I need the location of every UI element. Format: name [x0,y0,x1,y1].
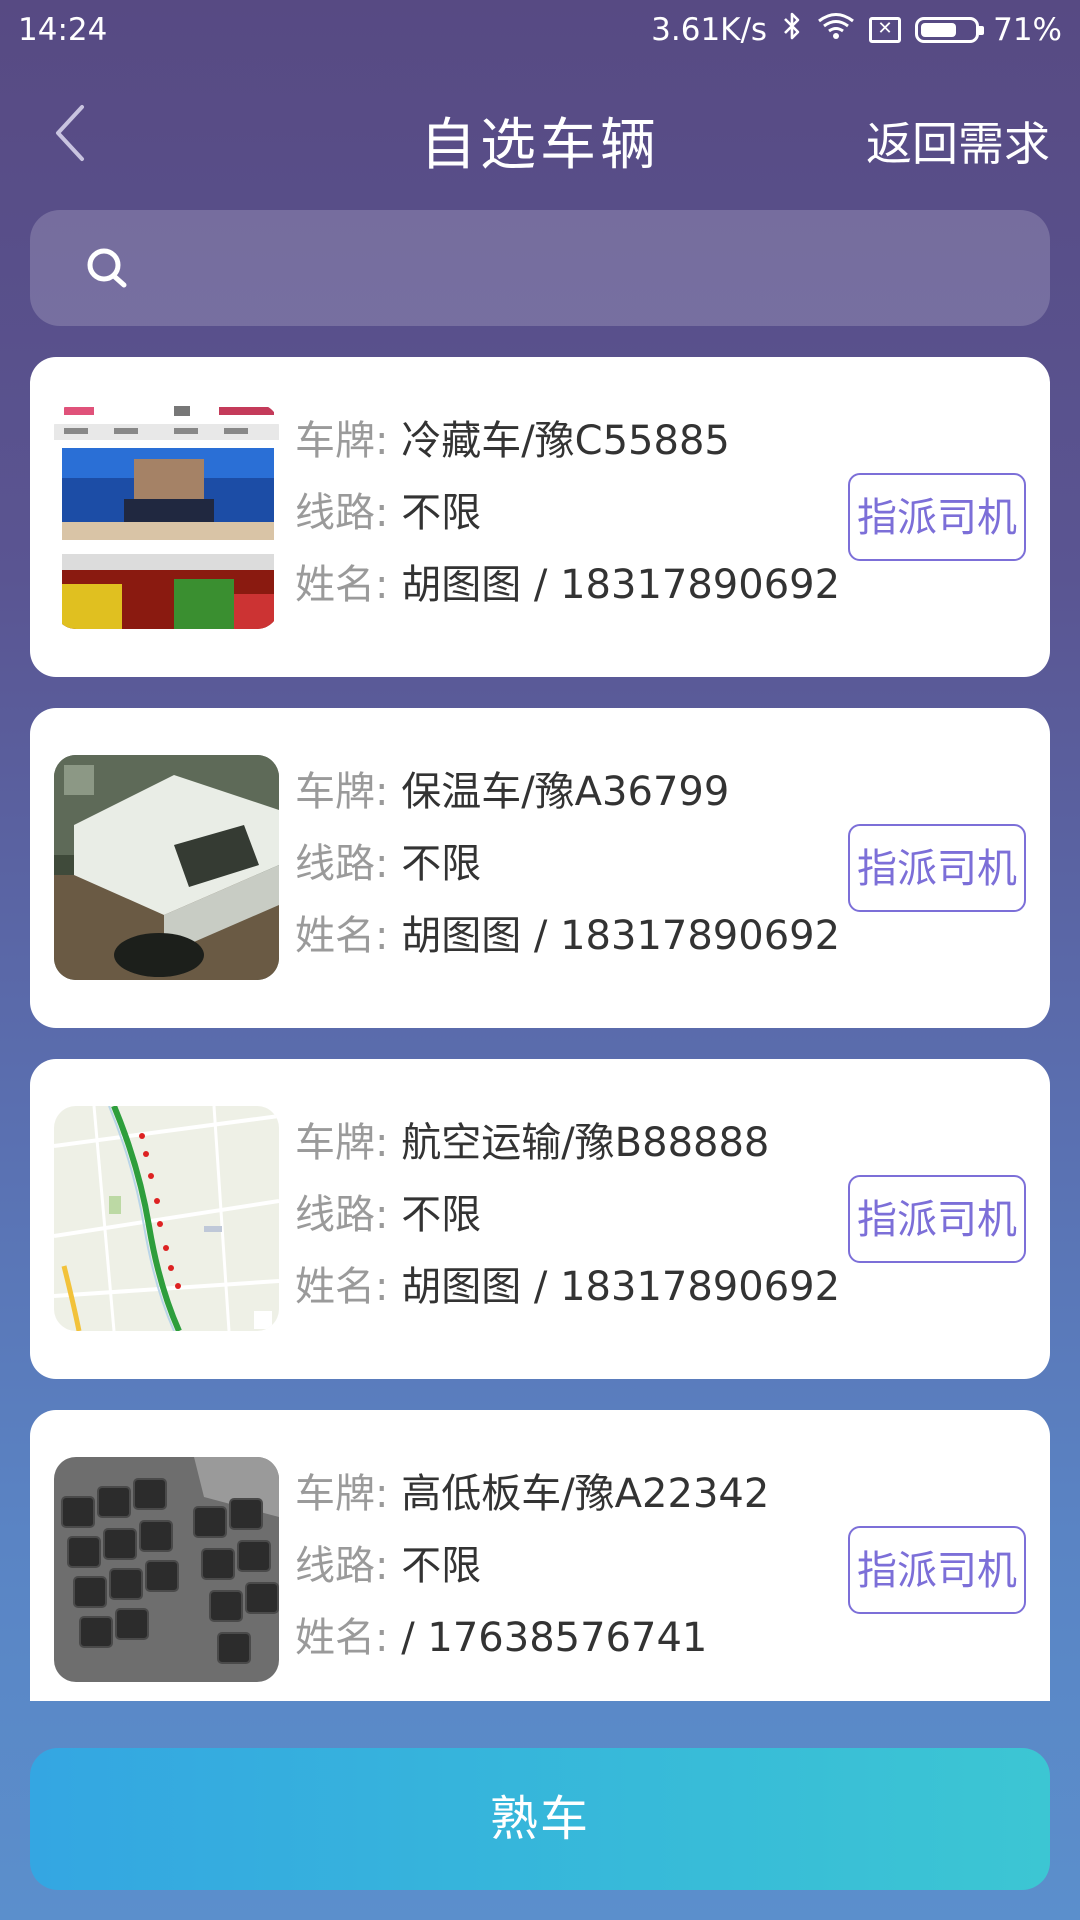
plate-value: 航空运输/豫B88888 [401,1120,770,1166]
vehicle-photo[interactable] [54,1457,279,1682]
name-label: 姓名: [295,1264,389,1310]
plate-row: 车牌: 航空运输/豫B88888 [295,1107,840,1179]
route-value: 不限 [401,841,482,887]
route-value: 不限 [401,490,482,536]
bluetooth-icon [781,10,803,50]
assign-driver-button[interactable]: 指派司机 [848,1526,1026,1614]
plate-value: 冷藏车/豫C55885 [401,418,730,464]
name-row: 姓名: 胡图图 / 18317890692 [295,900,840,972]
plate-label: 车牌: [295,1120,389,1166]
vehicle-list: 车牌: 冷藏车/豫C55885 线路: 不限 姓名: 胡图图 / 1831789… [30,357,1050,1701]
name-value: 胡图图 / 18317890692 [401,562,841,608]
assign-driver-button[interactable]: 指派司机 [848,824,1026,912]
status-icons: 3.61K/s ✕ 71% [651,10,1062,50]
plate-value: 高低板车/豫A22342 [401,1471,770,1517]
route-row: 线路: 不限 [295,477,840,549]
name-label: 姓名: [295,562,389,608]
search-icon [87,248,127,288]
route-label: 线路: [295,841,389,887]
name-value: / 17638576741 [401,1615,708,1661]
vehicle-card: 车牌: 冷藏车/豫C55885 线路: 不限 姓名: 胡图图 / 1831789… [30,357,1050,677]
name-row: 姓名: 胡图图 / 18317890692 [295,549,840,621]
plate-label: 车牌: [295,418,389,464]
name-value: 胡图图 / 18317890692 [401,1264,841,1310]
route-label: 线路: [295,490,389,536]
tv-screenshot-image [54,404,279,629]
name-label: 姓名: [295,913,389,959]
assign-driver-button[interactable]: 指派司机 [848,473,1026,561]
vehicle-info: 车牌: 航空运输/豫B88888 线路: 不限 姓名: 胡图图 / 183178… [295,1107,840,1323]
return-demand-button[interactable]: 返回需求 [866,108,1050,174]
vehicle-card: 车牌: 高低板车/豫A22342 线路: 不限 姓名: / 1763857674… [30,1410,1050,1701]
route-label: 线路: [295,1192,389,1238]
plate-value: 保温车/豫A36799 [401,769,730,815]
status-bar: 14:24 3.61K/s ✕ 71% [0,0,1080,62]
name-row: 姓名: 胡图图 / 18317890692 [295,1251,840,1323]
plate-label: 车牌: [295,1471,389,1517]
search-input[interactable] [160,240,1024,298]
wifi-icon [817,11,855,49]
route-row: 线路: 不限 [295,1179,840,1251]
familiar-vehicles-button[interactable]: 熟车 [30,1748,1050,1890]
vehicle-info: 车牌: 冷藏车/豫C55885 线路: 不限 姓名: 胡图图 / 1831789… [295,405,840,621]
vehicle-photo[interactable] [54,755,279,980]
plate-row: 车牌: 冷藏车/豫C55885 [295,405,840,477]
assign-driver-button[interactable]: 指派司机 [848,1175,1026,1263]
name-row: 姓名: / 17638576741 [295,1602,840,1674]
battery-percent: 71% [993,12,1062,48]
route-value: 不限 [401,1192,482,1238]
vehicle-card: 车牌: 航空运输/豫B88888 线路: 不限 姓名: 胡图图 / 183178… [30,1059,1050,1379]
battery-level [921,23,957,37]
vehicle-photo[interactable] [54,1106,279,1331]
route-value: 不限 [401,1543,482,1589]
header: 自选车辆 返回需求 [0,78,1080,188]
vehicle-photo[interactable] [54,404,279,629]
name-label: 姓名: [295,1615,389,1661]
map-image [54,1106,279,1331]
no-sim-icon: ✕ [869,17,902,43]
vehicle-card: 车牌: 保温车/豫A36799 线路: 不限 姓名: 胡图图 / 1831789… [30,708,1050,1028]
battery-icon [915,17,985,43]
network-speed: 3.61K/s [651,12,768,48]
status-time: 14:24 [18,12,108,48]
plate-row: 车牌: 高低板车/豫A22342 [295,1458,840,1530]
plate-label: 车牌: [295,769,389,815]
name-value: 胡图图 / 18317890692 [401,913,841,959]
search-bar[interactable] [30,210,1050,326]
plate-row: 车牌: 保温车/豫A36799 [295,756,840,828]
route-row: 线路: 不限 [295,1530,840,1602]
route-label: 线路: [295,1543,389,1589]
keyboard-photo-image [54,1457,279,1682]
box-photo-image [54,755,279,980]
vehicle-info: 车牌: 高低板车/豫A22342 线路: 不限 姓名: / 1763857674… [295,1458,840,1674]
route-row: 线路: 不限 [295,828,840,900]
vehicle-info: 车牌: 保温车/豫A36799 线路: 不限 姓名: 胡图图 / 1831789… [295,756,840,972]
